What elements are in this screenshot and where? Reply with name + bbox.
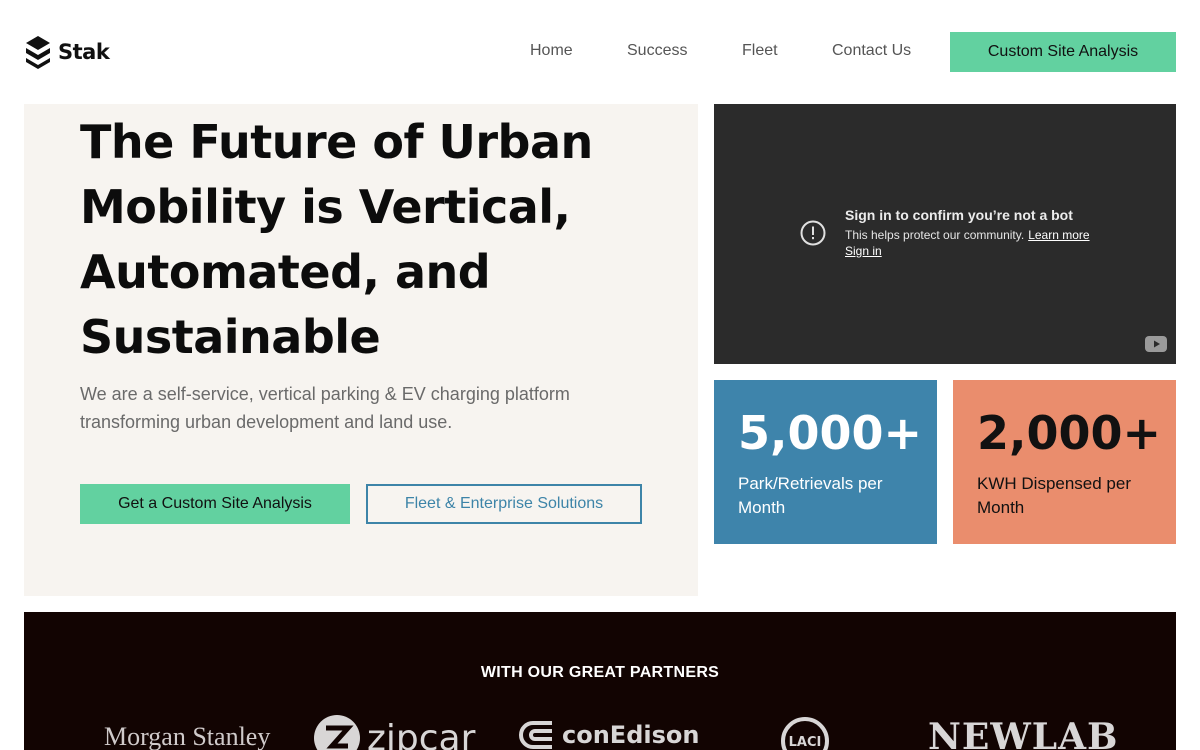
sign-in-link[interactable]: Sign in: [845, 244, 882, 258]
alert-circle-icon: [800, 220, 826, 246]
partner-logo-morgan-stanley: Morgan Stanley: [104, 722, 271, 750]
nav-fleet[interactable]: Fleet: [742, 42, 778, 60]
video-message-description: This helps protect our community. Learn m…: [845, 228, 1090, 242]
site-header: Stak Home Success Fleet Contact Us Custo…: [0, 0, 1200, 104]
laci-wordmark: LACI: [789, 735, 822, 750]
hero-section: The Future of Urban Mobility is Vertical…: [24, 104, 698, 596]
stat-label: KWH Dispensed per Month: [977, 474, 1132, 517]
conedison-wordmark: conEdison: [562, 721, 700, 749]
stak-logo-icon: [26, 36, 50, 69]
partner-logo-zipcar: zipcar: [313, 714, 475, 750]
stak-logo[interactable]: Stak: [24, 34, 110, 70]
video-embed[interactable]: Sign in to confirm you’re not a bot This…: [714, 104, 1176, 364]
partner-logo-laci: LACI: [781, 717, 829, 750]
hero-subtitle: We are a self-service, vertical parking …: [80, 384, 570, 432]
video-description-text: This helps protect our community.: [845, 228, 1025, 242]
get-custom-site-analysis-button[interactable]: Get a Custom Site Analysis: [80, 484, 350, 524]
custom-site-analysis-button[interactable]: Custom Site Analysis: [950, 32, 1176, 72]
zipcar-wordmark: zipcar: [367, 717, 476, 750]
youtube-icon[interactable]: [1145, 336, 1167, 352]
partner-logo-conedison: conEdison: [518, 720, 699, 750]
conedison-icon: [519, 721, 552, 749]
partner-logo-newlab: NEWLAB: [928, 716, 1119, 750]
video-message-title: Sign in to confirm you’re not a bot: [845, 207, 1073, 223]
fleet-enterprise-solutions-button[interactable]: Fleet & Enterprise Solutions: [366, 484, 642, 524]
partners-title: WITH OUR GREAT PARTNERS: [480, 664, 720, 681]
zipcar-icon: [314, 715, 360, 750]
stat-card-kwh-dispensed: 2,000+ KWH Dispensed per Month: [953, 380, 1176, 544]
learn-more-link[interactable]: Learn more: [1028, 228, 1089, 242]
nav-contact-us[interactable]: Contact Us: [832, 42, 911, 60]
stat-value: 5,000+: [738, 406, 923, 460]
hero-title: The Future of Urban Mobility is Vertical…: [80, 115, 593, 364]
stat-value: 2,000+: [977, 406, 1162, 460]
logo-text: Stak: [58, 40, 110, 64]
partners-section: WITH OUR GREAT PARTNERS Morgan Stanley z…: [24, 612, 1176, 750]
stat-label: Park/Retrievals per Month: [738, 474, 883, 517]
nav-home[interactable]: Home: [530, 42, 573, 60]
nav-success[interactable]: Success: [627, 42, 687, 60]
stat-card-park-retrievals: 5,000+ Park/Retrievals per Month: [714, 380, 937, 544]
